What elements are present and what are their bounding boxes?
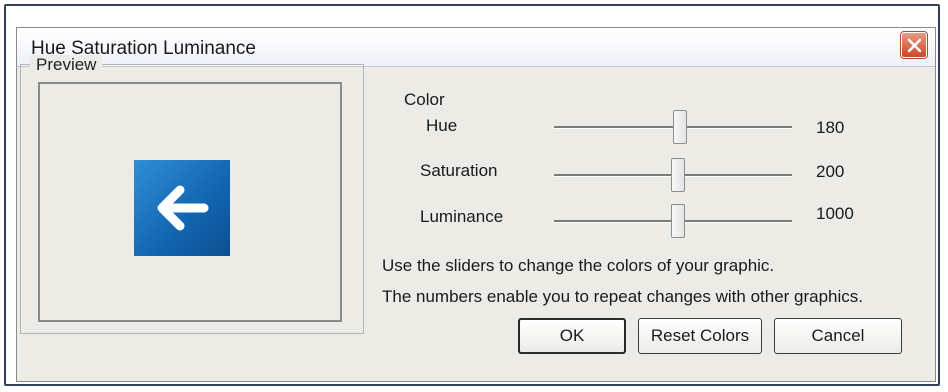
close-button[interactable] [900,31,928,59]
luminance-slider-thumb[interactable] [670,204,685,238]
luminance-value: 1000 [816,204,854,223]
saturation-slider[interactable] [554,158,792,194]
hue-slider-thumb[interactable] [673,110,688,144]
cancel-button[interactable]: Cancel [774,318,902,354]
hue-slider[interactable] [554,110,792,146]
left-arrow-icon [157,185,209,231]
saturation-label: Saturation [420,161,498,180]
info-line-1: Use the sliders to change the colors of … [382,256,775,275]
saturation-slider-thumb[interactable] [670,158,685,192]
preview-area [38,82,342,322]
preview-legend: Preview [30,55,103,75]
color-heading: Color [404,90,445,109]
luminance-slider[interactable] [554,204,792,240]
hue-label: Hue [426,116,458,135]
saturation-value: 200 [816,162,845,181]
title-bar: Hue Saturation Luminance [17,28,935,67]
luminance-label: Luminance [420,207,504,226]
ok-button[interactable]: OK [518,318,626,354]
reset-colors-button[interactable]: Reset Colors [638,318,762,354]
close-icon [907,38,922,53]
hue-value: 180 [816,118,845,137]
info-line-2: The numbers enable you to repeat changes… [382,287,864,306]
preview-graphic [134,160,230,256]
